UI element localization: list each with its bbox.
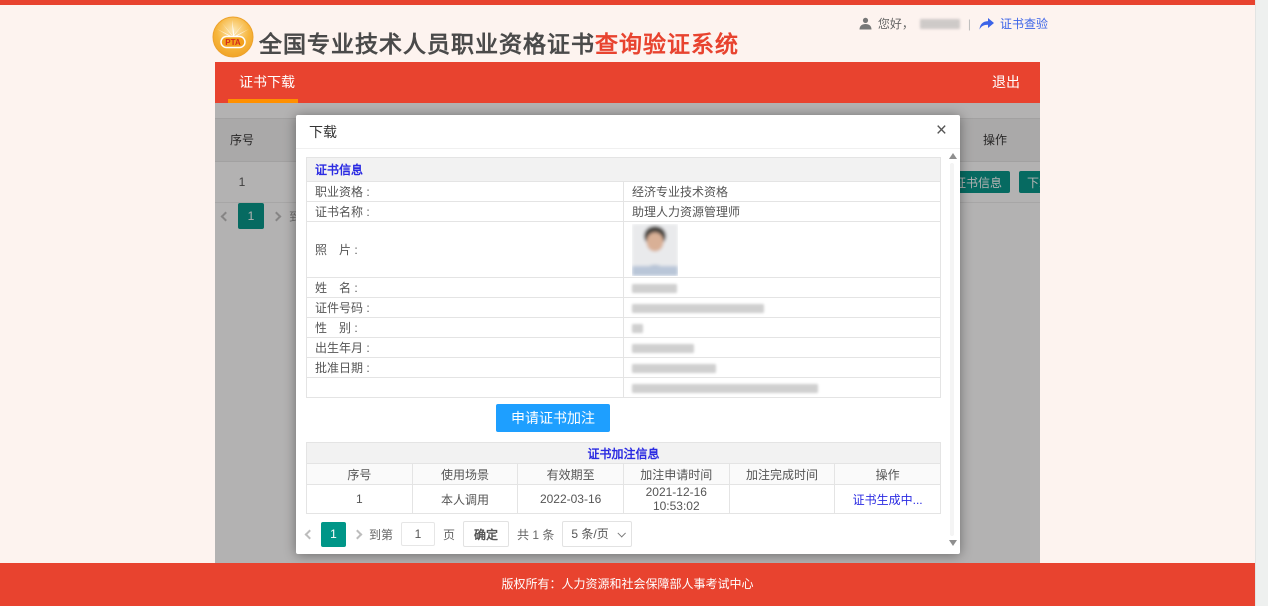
site-logo: PTA — [212, 16, 254, 58]
cert-field-label: 批准日期 : — [307, 358, 624, 378]
cert-field-value-redacted — [624, 338, 941, 358]
cert-field-label: 性 别 : — [307, 318, 624, 338]
page-title-main: 全国专业技术人员职业资格证书 — [259, 31, 595, 57]
cert-photo-cell — [624, 222, 941, 278]
main-navbar: 证书下载 退出 — [215, 62, 1040, 103]
page-size-select[interactable]: 5 条/页 — [562, 521, 631, 547]
cert-field-label: 证书名称 : — [307, 202, 624, 222]
dialog-body: 证书信息 职业资格 : 经济专业技术资格 证书名称 : 助理人力资源管理师 照 … — [306, 157, 941, 547]
col-apply-time: 加注申请时间 — [623, 464, 729, 485]
scroll-down-icon[interactable] — [949, 540, 957, 546]
pager-goto-input[interactable] — [401, 522, 435, 546]
top-accent-strip — [0, 0, 1255, 5]
col-scene: 使用场景 — [412, 464, 518, 485]
cert-info-table: 证书信息 职业资格 : 经济专业技术资格 证书名称 : 助理人力资源管理师 照 … — [306, 157, 941, 398]
share-arrow-icon — [979, 18, 994, 30]
page-scrollbar[interactable] — [1255, 0, 1268, 606]
table-row: 职业资格 : 经济专业技术资格 — [307, 182, 941, 202]
pager-next-icon[interactable] — [353, 529, 363, 539]
pager-page-unit: 页 — [443, 526, 455, 543]
table-row: 性 别 : — [307, 318, 941, 338]
table-row: 批准日期 : — [307, 358, 941, 378]
cert-field-label: 职业资格 : — [307, 182, 624, 202]
cert-field-label — [307, 378, 624, 398]
cert-field-label: 姓 名 : — [307, 278, 624, 298]
pager-goto-label: 到第 — [369, 526, 393, 543]
cert-field-value-redacted — [624, 378, 941, 398]
annot-valid-until: 2022-03-16 — [518, 485, 624, 514]
page-title: 全国专业技术人员职业资格证书查询验证系统 — [259, 25, 739, 59]
dialog-scrollbar[interactable] — [947, 153, 957, 546]
scroll-up-icon[interactable] — [949, 153, 957, 159]
col-complete-time: 加注完成时间 — [729, 464, 835, 485]
tab-cert-download[interactable]: 证书下载 — [239, 62, 295, 103]
pager-confirm-button[interactable]: 确定 — [463, 521, 509, 547]
topbar-user-area: 您好， | 证书查验 — [859, 15, 1048, 32]
table-row: 出生年月 : — [307, 338, 941, 358]
col-action: 操作 — [835, 464, 941, 485]
footer-copyright: 版权所有：人力资源和社会保障部人事考试中心 — [0, 563, 1255, 606]
apply-annotation-button[interactable]: 申请证书加注 — [496, 404, 610, 432]
cert-field-value-redacted — [624, 278, 941, 298]
dialog-header: 下载 × — [296, 115, 960, 149]
cert-verify-link[interactable]: 证书查验 — [1000, 15, 1048, 32]
pager-prev-icon[interactable] — [305, 529, 315, 539]
topbar-divider: | — [968, 17, 971, 31]
cert-field-value-redacted — [624, 358, 941, 378]
table-row: 证件号码 : — [307, 298, 941, 318]
table-row: 姓 名 : — [307, 278, 941, 298]
portrait-photo — [632, 224, 678, 276]
annot-complete-time — [729, 485, 835, 514]
cert-info-section-title: 证书信息 — [307, 158, 941, 182]
annot-index: 1 — [307, 485, 413, 514]
annot-apply-time: 2021-12-16 10:53:02 — [623, 485, 729, 514]
user-icon — [859, 17, 872, 30]
annot-scene: 本人调用 — [412, 485, 518, 514]
cert-generating-link[interactable]: 证书生成中... — [853, 493, 923, 507]
annotation-table: 证书加注信息 序号 使用场景 有效期至 加注申请时间 加注完成时间 操作 1 本… — [306, 442, 941, 514]
dialog-title: 下载 — [309, 115, 337, 149]
greeting-text: 您好， — [878, 15, 914, 32]
page-size-value: 5 条/页 — [571, 527, 608, 541]
modal-pagination: 1 到第 页 确定 共 1 条 5 条/页 — [306, 521, 941, 547]
cert-field-value-redacted — [624, 318, 941, 338]
scrollbar-track[interactable] — [950, 163, 954, 536]
table-row: 证书名称 : 助理人力资源管理师 — [307, 202, 941, 222]
cert-field-value: 助理人力资源管理师 — [624, 202, 941, 222]
download-dialog: 下载 × 证书信息 职业资格 : 经济专业技术资格 证书名称 : 助理人力资源管… — [296, 115, 960, 554]
redacted-username — [920, 19, 960, 29]
chevron-down-icon — [617, 529, 625, 537]
cert-field-value-redacted — [624, 298, 941, 318]
annotation-section-title: 证书加注信息 — [307, 443, 941, 464]
cert-field-label: 出生年月 : — [307, 338, 624, 358]
page-title-accent: 查询验证系统 — [595, 31, 739, 57]
table-row: 照 片 : — [307, 222, 941, 278]
logout-button[interactable]: 退出 — [992, 62, 1020, 103]
cert-field-label: 照 片 : — [307, 222, 624, 278]
annotation-data-row: 1 本人调用 2022-03-16 2021-12-16 10:53:02 证书… — [307, 485, 941, 514]
table-row — [307, 378, 941, 398]
col-index: 序号 — [307, 464, 413, 485]
pager-page-1[interactable]: 1 — [321, 522, 346, 547]
cert-field-value: 经济专业技术资格 — [624, 182, 941, 202]
pager-total-label: 共 1 条 — [517, 526, 554, 543]
logo-text: PTA — [225, 38, 241, 47]
annotation-header-row: 序号 使用场景 有效期至 加注申请时间 加注完成时间 操作 — [307, 464, 941, 485]
close-icon[interactable]: × — [936, 120, 947, 142]
col-valid-until: 有效期至 — [518, 464, 624, 485]
cert-field-label: 证件号码 : — [307, 298, 624, 318]
